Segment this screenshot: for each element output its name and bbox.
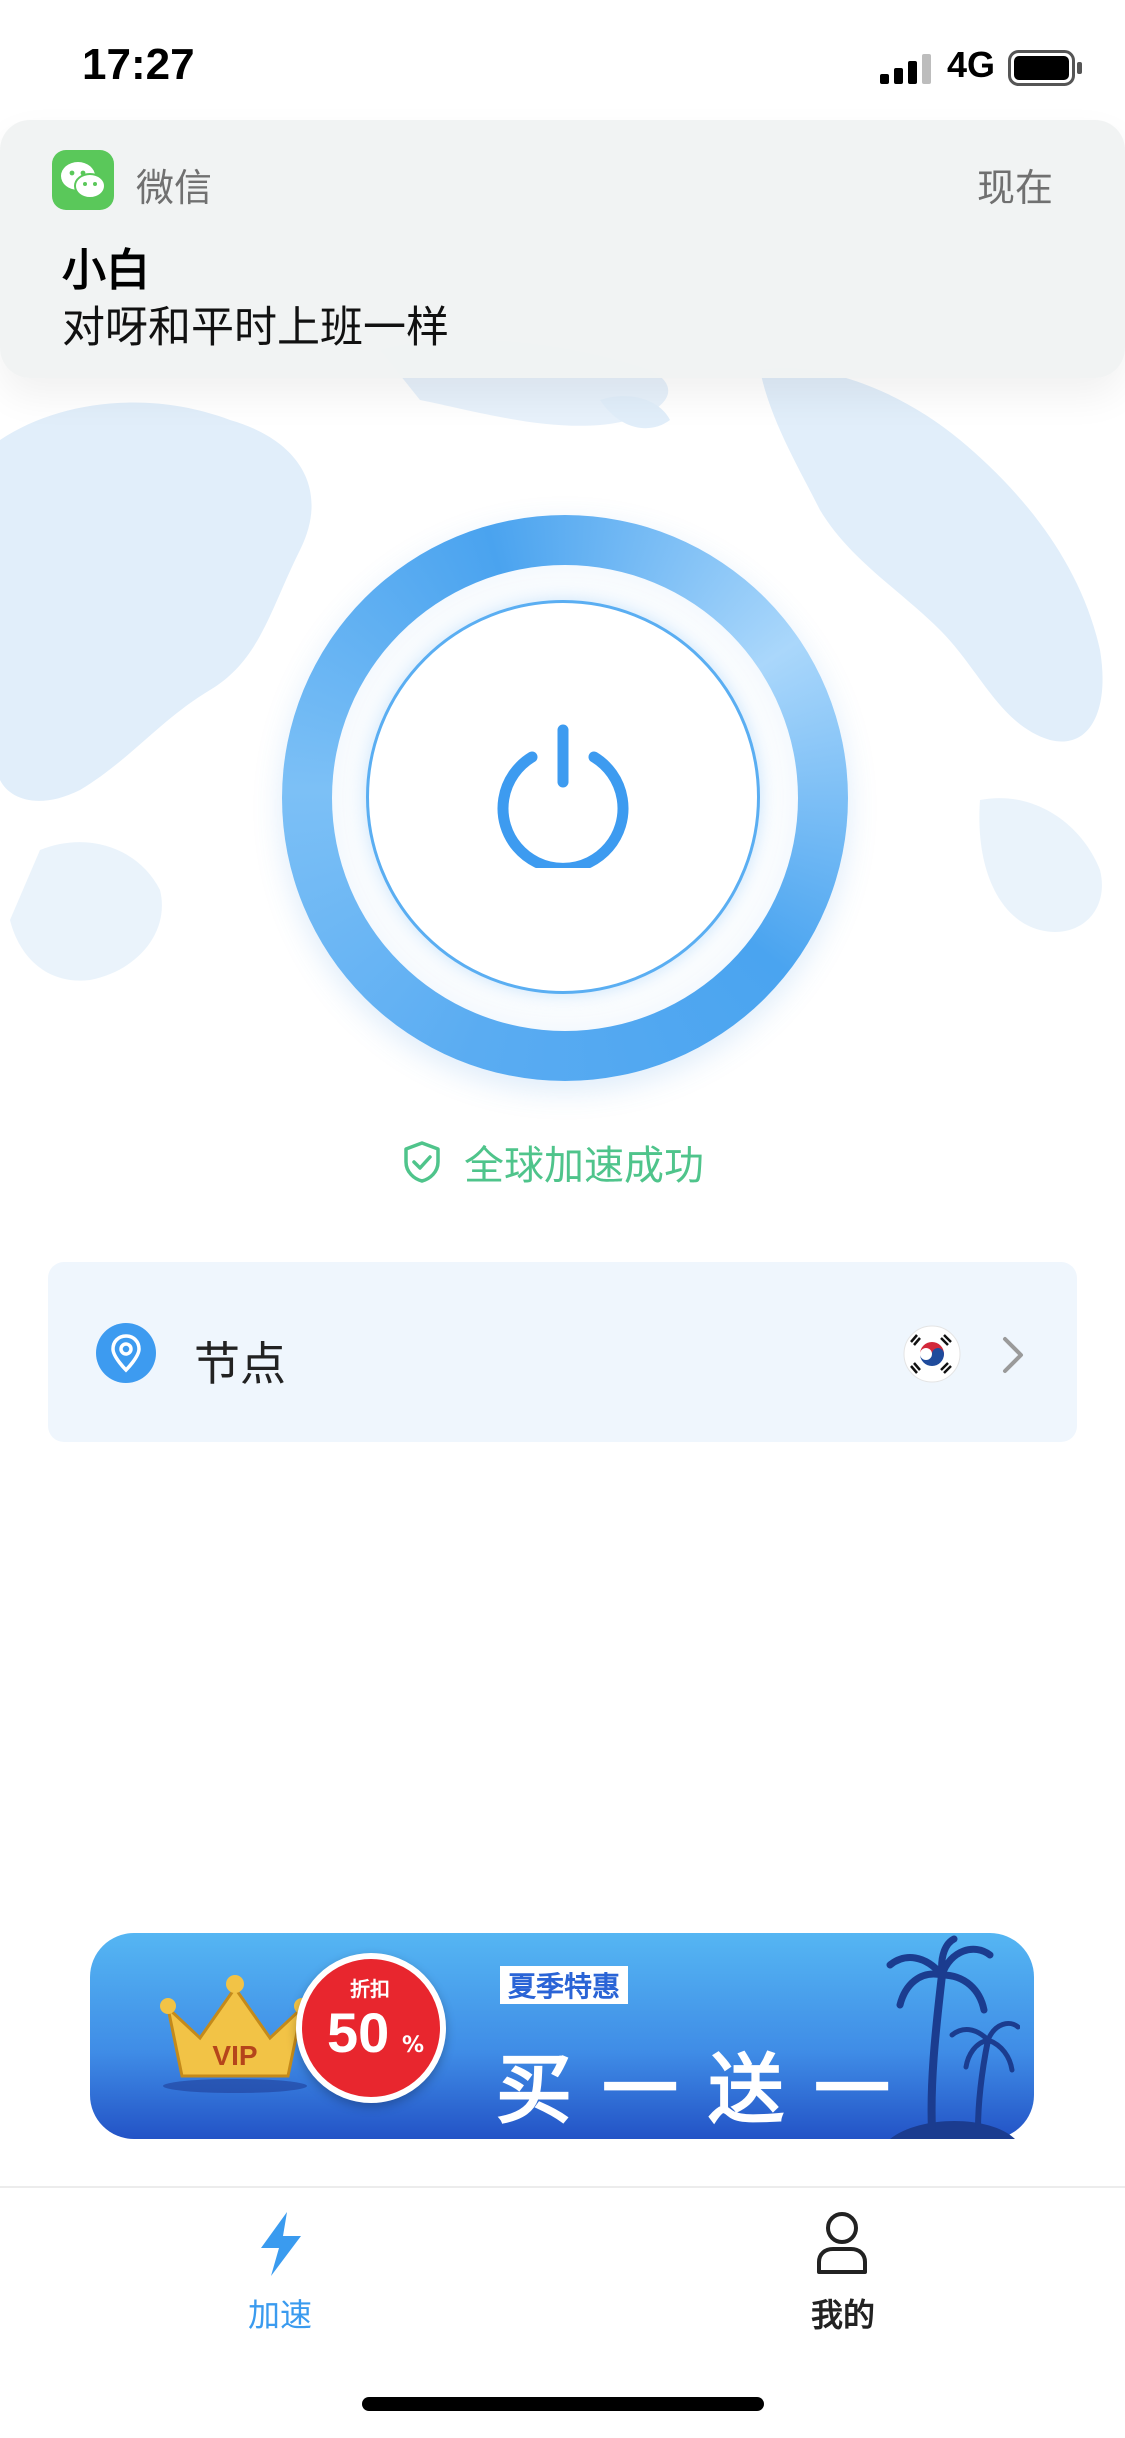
node-label: 节点 [194,1337,286,1391]
network-type: 4G [947,44,996,85]
lightning-icon [261,2212,301,2276]
person-icon [817,2212,867,2274]
shield-check-icon [404,1141,440,1183]
battery-icon [1008,50,1082,86]
discount-value: 50 [327,2001,390,2064]
wechat-icon [52,150,114,210]
palm-tree-icon [886,1935,1020,2139]
notification-sender: 小白 [62,245,150,296]
notification-message: 对呀和平时上班一样 [62,303,449,353]
cellular-signal-icon [880,54,931,84]
location-pin-icon [96,1323,156,1383]
promo-tag: 夏季特惠 [500,1966,629,2004]
tab-accelerate-label: 加速 [248,2296,313,2334]
notification-app-name: 微信 [136,166,213,210]
status-time: 17:27 [82,40,195,89]
connection-status-text: 全球加速成功 [464,1143,704,1189]
discount-label: 折扣 [350,1977,390,2001]
promo-title: 买一送一 [496,2045,920,2134]
chevron-right-icon[interactable] [1000,1335,1026,1375]
vip-crown-icon: VIP [160,1975,310,2093]
connection-status: 全球加速成功 [402,1135,704,1189]
notification-time: 现在 [977,166,1054,210]
power-icon [497,724,629,868]
home-indicator [362,2397,764,2411]
discount-unit: % [402,2033,425,2058]
south-korea-flag-icon [903,1325,961,1383]
tab-mine-label: 我的 [811,2296,876,2334]
crown-vip-text: VIP [212,2040,257,2071]
